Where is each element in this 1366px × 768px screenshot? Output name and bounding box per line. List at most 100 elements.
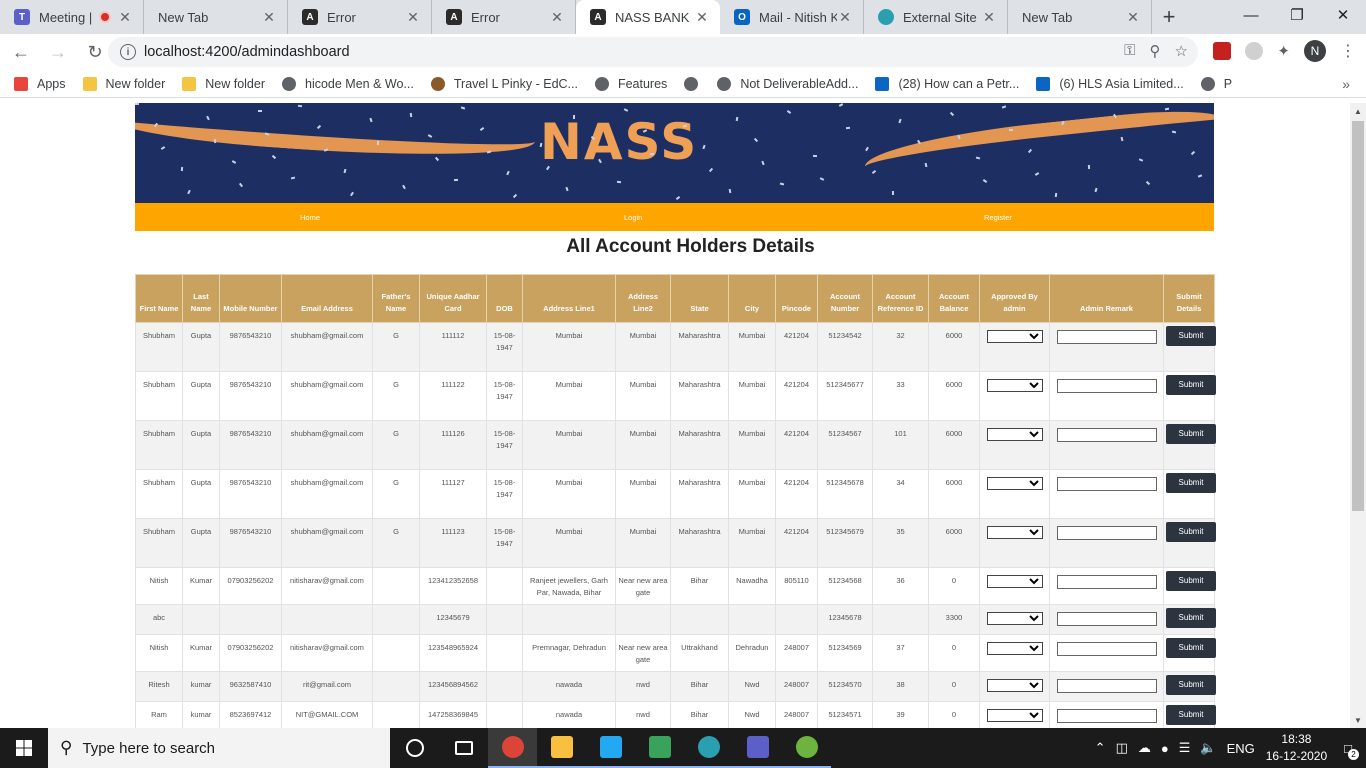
tab-title[interactable]: Error [327,10,405,25]
site-info-icon[interactable]: i [120,44,136,60]
notification-center-icon[interactable]: □ 2 [1344,741,1359,760]
extensions-puzzle-icon[interactable]: ✦ [1277,42,1290,60]
approved-by-admin-select[interactable] [986,379,1043,392]
submit-button[interactable]: Submit [1166,325,1216,346]
restore-icon[interactable]: ❐ [1274,0,1320,30]
extension-grey-icon[interactable] [1245,42,1264,60]
tab-title[interactable]: New Tab [1022,10,1125,25]
star-icon[interactable]: ☆ [1175,42,1188,60]
microphone-icon[interactable]: ● [1161,741,1169,756]
key-icon[interactable]: ⚿ [1124,42,1135,60]
tab-title[interactable]: External Site [903,10,981,25]
tray-chevron-icon[interactable]: ⌃ [1095,740,1106,756]
bookmark-item[interactable]: Travel L Pinky - EdC... [430,76,578,91]
volume-icon[interactable]: 🔈 [1200,740,1216,756]
taskbar-app[interactable] [537,728,586,768]
submit-button[interactable]: Submit [1166,570,1216,591]
bookmark-label[interactable]: P [1224,77,1232,91]
bookmark-item[interactable]: hicode Men & Wo... [282,76,414,91]
taskbar-search[interactable]: ⚲ Type here to search [48,728,390,768]
back-icon[interactable]: ← [5,36,37,68]
admin-remark-input[interactable] [1056,679,1157,693]
browser-tab[interactable]: O Mail - Nitish K ✕ [720,0,864,34]
taskbar-search-placeholder[interactable]: Type here to search [82,740,215,757]
bookmark-label[interactable]: Apps [37,77,66,91]
zoom-icon[interactable]: ⚲ [1150,42,1161,60]
submit-button[interactable]: Submit [1166,607,1216,628]
bookmark-label[interactable]: New folder [205,77,265,91]
approved-by-admin-select[interactable] [986,526,1043,539]
scroll-down-icon[interactable]: ▼ [1350,712,1366,728]
bookmark-label[interactable]: Travel L Pinky - EdC... [454,77,578,91]
bookmark-item[interactable]: P [1200,76,1232,91]
new-tab-icon[interactable]: + [1152,0,1186,34]
tab-title[interactable]: NASS BANK [615,10,694,25]
admin-remark-input[interactable] [1056,477,1157,491]
network-icon[interactable]: ☰ [1179,740,1191,756]
taskbar-app[interactable] [733,728,782,768]
reload-icon[interactable]: ↻ [79,36,111,68]
admin-remark-input[interactable] [1056,428,1157,442]
browser-tab[interactable]: A NASS BANK ✕ [576,0,720,34]
bookmarks-overflow-icon[interactable]: » [1342,76,1350,92]
bookmark-item[interactable]: New folder [182,76,265,91]
tab-close-icon[interactable]: ✕ [261,9,277,26]
browser-tab[interactable]: External Site ✕ [864,0,1008,34]
approved-by-admin-select[interactable] [986,428,1043,441]
bookmark-item[interactable]: (28) How can a Petr... [875,76,1019,91]
admin-remark-input[interactable] [1056,526,1157,540]
onedrive-icon[interactable]: ☁ [1138,740,1151,756]
admin-remark-input[interactable] [1056,612,1157,626]
close-window-icon[interactable]: ✕ [1320,0,1366,30]
tab-title[interactable]: Mail - Nitish K [759,10,837,25]
taskbar-clock[interactable]: 18:38 16-12-2020 [1266,731,1327,765]
approved-by-admin-select[interactable] [986,477,1043,490]
bookmark-item[interactable]: Not DeliverableAdd... [717,76,858,91]
admin-remark-input[interactable] [1056,575,1157,589]
scrollbar-thumb[interactable] [1352,121,1364,511]
browser-tab[interactable]: New Tab ✕ [144,0,288,34]
url-text[interactable]: localhost:4200/admindashboard [144,44,350,60]
tab-close-icon[interactable]: ✕ [837,9,853,26]
scroll-up-icon[interactable]: ▲ [1350,103,1366,119]
admin-remark-input[interactable] [1056,709,1157,723]
taskbar-app[interactable] [488,728,537,768]
bookmark-label[interactable]: (6) HLS Asia Limited... [1059,77,1183,91]
page-scrollbar[interactable]: ▲ ▼ [1350,103,1366,728]
bookmark-label[interactable]: (28) How can a Petr... [898,77,1019,91]
minimize-icon[interactable]: — [1228,0,1274,30]
approved-by-admin-select[interactable] [986,642,1043,655]
tab-close-icon[interactable]: ✕ [405,9,421,26]
extension-pdf-icon[interactable] [1213,42,1232,60]
forward-icon[interactable]: → [42,36,74,68]
tab-title[interactable]: Meeting | [39,10,99,25]
bookmark-item[interactable]: Features [594,76,667,91]
nav-home-link[interactable]: Home [300,213,320,222]
bookmark-item[interactable]: (6) HLS Asia Limited... [1036,76,1184,91]
submit-button[interactable]: Submit [1166,472,1216,493]
submit-button[interactable]: Submit [1166,423,1216,444]
browser-tab[interactable]: T Meeting | ✕ [0,0,144,34]
browser-tab[interactable]: A Error ✕ [288,0,432,34]
admin-remark-input[interactable] [1056,330,1157,344]
submit-button[interactable]: Submit [1166,674,1216,695]
nav-register-link[interactable]: Register [984,213,1012,222]
tab-close-icon[interactable]: ✕ [694,9,710,26]
browser-tab[interactable]: A Error ✕ [432,0,576,34]
tab-title[interactable]: Error [471,10,549,25]
bookmark-label[interactable]: Not DeliverableAdd... [740,77,858,91]
windows-start-icon[interactable] [0,728,48,768]
tab-close-icon[interactable]: ✕ [1125,9,1141,26]
approved-by-admin-select[interactable] [986,679,1043,692]
approved-by-admin-select[interactable] [986,612,1043,625]
taskbar-app[interactable] [635,728,684,768]
nav-login-link[interactable]: Login [624,213,642,222]
language-indicator[interactable]: ENG [1227,741,1255,756]
profile-avatar[interactable]: N [1304,40,1326,62]
tab-title[interactable]: New Tab [158,10,261,25]
admin-remark-input[interactable] [1056,379,1157,393]
address-bar[interactable]: i localhost:4200/admindashboard ⚿ ⚲ ☆ [108,37,1198,67]
tab-close-icon[interactable]: ✕ [981,9,997,26]
bookmark-label[interactable]: hicode Men & Wo... [305,77,414,91]
submit-button[interactable]: Submit [1166,637,1216,658]
